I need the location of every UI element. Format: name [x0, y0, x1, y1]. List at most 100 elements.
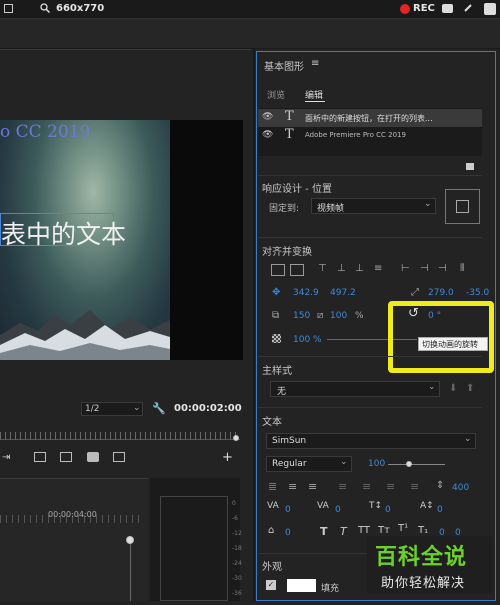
export-frame-icon[interactable]	[87, 452, 99, 462]
add-button-icon[interactable]: +	[222, 450, 233, 465]
fill-color-swatch[interactable]	[287, 579, 316, 592]
position-icon: ✥	[272, 287, 281, 298]
eye-icon[interactable]: 👁	[262, 112, 273, 122]
fill-checkbox[interactable]: ✓	[266, 580, 276, 590]
position-x[interactable]: 342.9	[293, 288, 319, 298]
subscript-icon[interactable]: T₁	[418, 525, 428, 536]
extract-icon[interactable]	[60, 452, 72, 462]
timeline-scroll-handle[interactable]	[126, 536, 134, 544]
wrench-icon[interactable]: 🔧	[152, 402, 166, 415]
opacity-value[interactable]: 100 %	[293, 335, 322, 345]
align-horizontal-center-icon[interactable]	[290, 264, 304, 276]
align-vertical-middle-icon[interactable]: ⊥	[337, 263, 346, 274]
video-preview[interactable]: o CC 2019 表中的文本	[0, 120, 170, 360]
meter-tick: -36	[232, 590, 242, 597]
compare-icon[interactable]	[113, 452, 125, 462]
font-size-slider-handle[interactable]	[406, 461, 412, 467]
appearance-title: 外观	[262, 562, 282, 573]
distribute-vertical-icon[interactable]: ≡	[374, 263, 382, 274]
scrub-ruler	[0, 432, 236, 440]
camera-icon[interactable]	[442, 4, 453, 13]
align-left-icon[interactable]: ⊢	[401, 263, 410, 274]
align-center-icon[interactable]: ⊣	[420, 263, 429, 274]
search-icon[interactable]	[40, 3, 51, 14]
scale-percent: %	[355, 311, 364, 321]
align-bottom-icon[interactable]: ⊥	[355, 263, 364, 274]
mountains-image	[0, 310, 170, 360]
section-divider	[258, 407, 482, 408]
lift-icon[interactable]	[34, 452, 46, 462]
font-style-dropdown[interactable]: Regular ⌄	[266, 456, 352, 472]
pin-center-box[interactable]	[456, 200, 469, 213]
pen-icon[interactable]	[463, 3, 473, 13]
rec-label[interactable]: REC	[413, 3, 435, 14]
superscript-icon[interactable]: T¹	[398, 523, 408, 534]
timecode: 00:00:02:00	[174, 403, 242, 414]
anchor-y[interactable]: -35.0	[466, 288, 489, 298]
sync-style-icon[interactable]: ⬆	[466, 383, 474, 394]
align-top-icon[interactable]: ⊤	[318, 263, 327, 274]
panel-menu-icon[interactable]: ≡	[311, 58, 319, 69]
pin-label: 固定到:	[269, 204, 300, 214]
distribute-horizontal-icon[interactable]: ⦀	[460, 263, 464, 274]
eye-icon[interactable]: 👁	[262, 130, 273, 140]
master-style-dropdown[interactable]: 无 ⌄	[270, 381, 440, 397]
text-layer-icon: T	[285, 127, 294, 142]
window-size-label: 660x770	[56, 3, 105, 14]
font-size-slider-track[interactable]	[388, 464, 445, 465]
resolution-dropdown[interactable]: 1/2 ⌄	[81, 402, 143, 416]
chevron-down-icon: ⌄	[464, 434, 472, 444]
close-icon[interactable]	[484, 3, 496, 15]
kerning-value[interactable]: 0	[285, 505, 291, 515]
tab-browse[interactable]: 浏览	[267, 88, 285, 101]
scale-value[interactable]: 150	[293, 311, 310, 321]
justify-all-icon[interactable]: ≡	[410, 480, 419, 493]
line-spacing-value[interactable]: 400	[452, 483, 469, 493]
pin-to-dropdown[interactable]: 视频帧 ⌄	[311, 198, 436, 214]
small-caps-icon[interactable]: Tт	[378, 525, 390, 536]
new-layer-icon[interactable]	[466, 163, 474, 170]
timeline-time-label: 00:00:04:00	[48, 510, 97, 519]
tab-edit-underline	[305, 101, 325, 102]
opacity-icon	[272, 334, 281, 343]
layer-row[interactable]: 👁 T 面析中的新建按钮，在打开的列表...	[258, 109, 482, 127]
preview-title-text: o CC 2019	[0, 122, 91, 142]
position-y[interactable]: 497.2	[330, 288, 356, 298]
font-dropdown[interactable]: SimSun ⌄	[266, 433, 476, 449]
tab-edit[interactable]: 编辑	[305, 88, 323, 101]
baseline-value[interactable]: 0	[437, 505, 443, 515]
scale-height[interactable]: 100	[330, 311, 347, 321]
faux-italic-icon[interactable]: T	[340, 525, 347, 538]
font-style-value: Regular	[272, 459, 307, 469]
tsume-value[interactable]: 0	[285, 528, 291, 538]
faux-bold-icon[interactable]: T	[320, 525, 328, 538]
anchor-icon: ⤢	[411, 287, 419, 298]
scrub-end-handle[interactable]	[233, 435, 239, 441]
meter-tick: 0	[232, 500, 236, 507]
top-bar: 660x770 REC	[0, 0, 500, 19]
align-vertical-center-icon[interactable]	[271, 264, 285, 276]
justify-left-icon[interactable]: ≡	[338, 480, 347, 493]
justify-right-icon[interactable]: ≡	[386, 480, 395, 493]
meter-tick: -12	[232, 530, 242, 537]
baseline-icon: A↕	[420, 501, 434, 511]
tsume-icon: ⌂	[268, 525, 275, 536]
align-center-text-icon[interactable]: ≡	[288, 480, 297, 493]
align-right-icon[interactable]: ⊣	[438, 263, 447, 274]
scale-lock-icon[interactable]: ⧄	[317, 310, 323, 321]
menu-bar	[0, 19, 500, 49]
align-right-text-icon[interactable]: ≡	[308, 480, 317, 493]
font-size-value[interactable]: 100	[368, 459, 385, 469]
justify-center-icon[interactable]: ≡	[362, 480, 371, 493]
leading-value[interactable]: 0	[385, 505, 391, 515]
anchor-x[interactable]: 279.0	[428, 288, 454, 298]
layer-row[interactable]: 👁 T Adobe Premiere Pro CC 2019	[258, 127, 482, 145]
chevron-down-icon: ⌄	[133, 403, 141, 413]
pin-position-widget[interactable]	[445, 189, 480, 224]
push-style-icon[interactable]: ⬇	[449, 383, 457, 394]
menu-icon[interactable]	[4, 4, 13, 13]
all-caps-icon[interactable]: TT	[358, 525, 370, 536]
tracking-value[interactable]: 0	[335, 505, 341, 515]
step-forward-icon[interactable]: ⇥	[2, 452, 10, 463]
align-left-text-icon[interactable]: ≣	[268, 480, 277, 493]
